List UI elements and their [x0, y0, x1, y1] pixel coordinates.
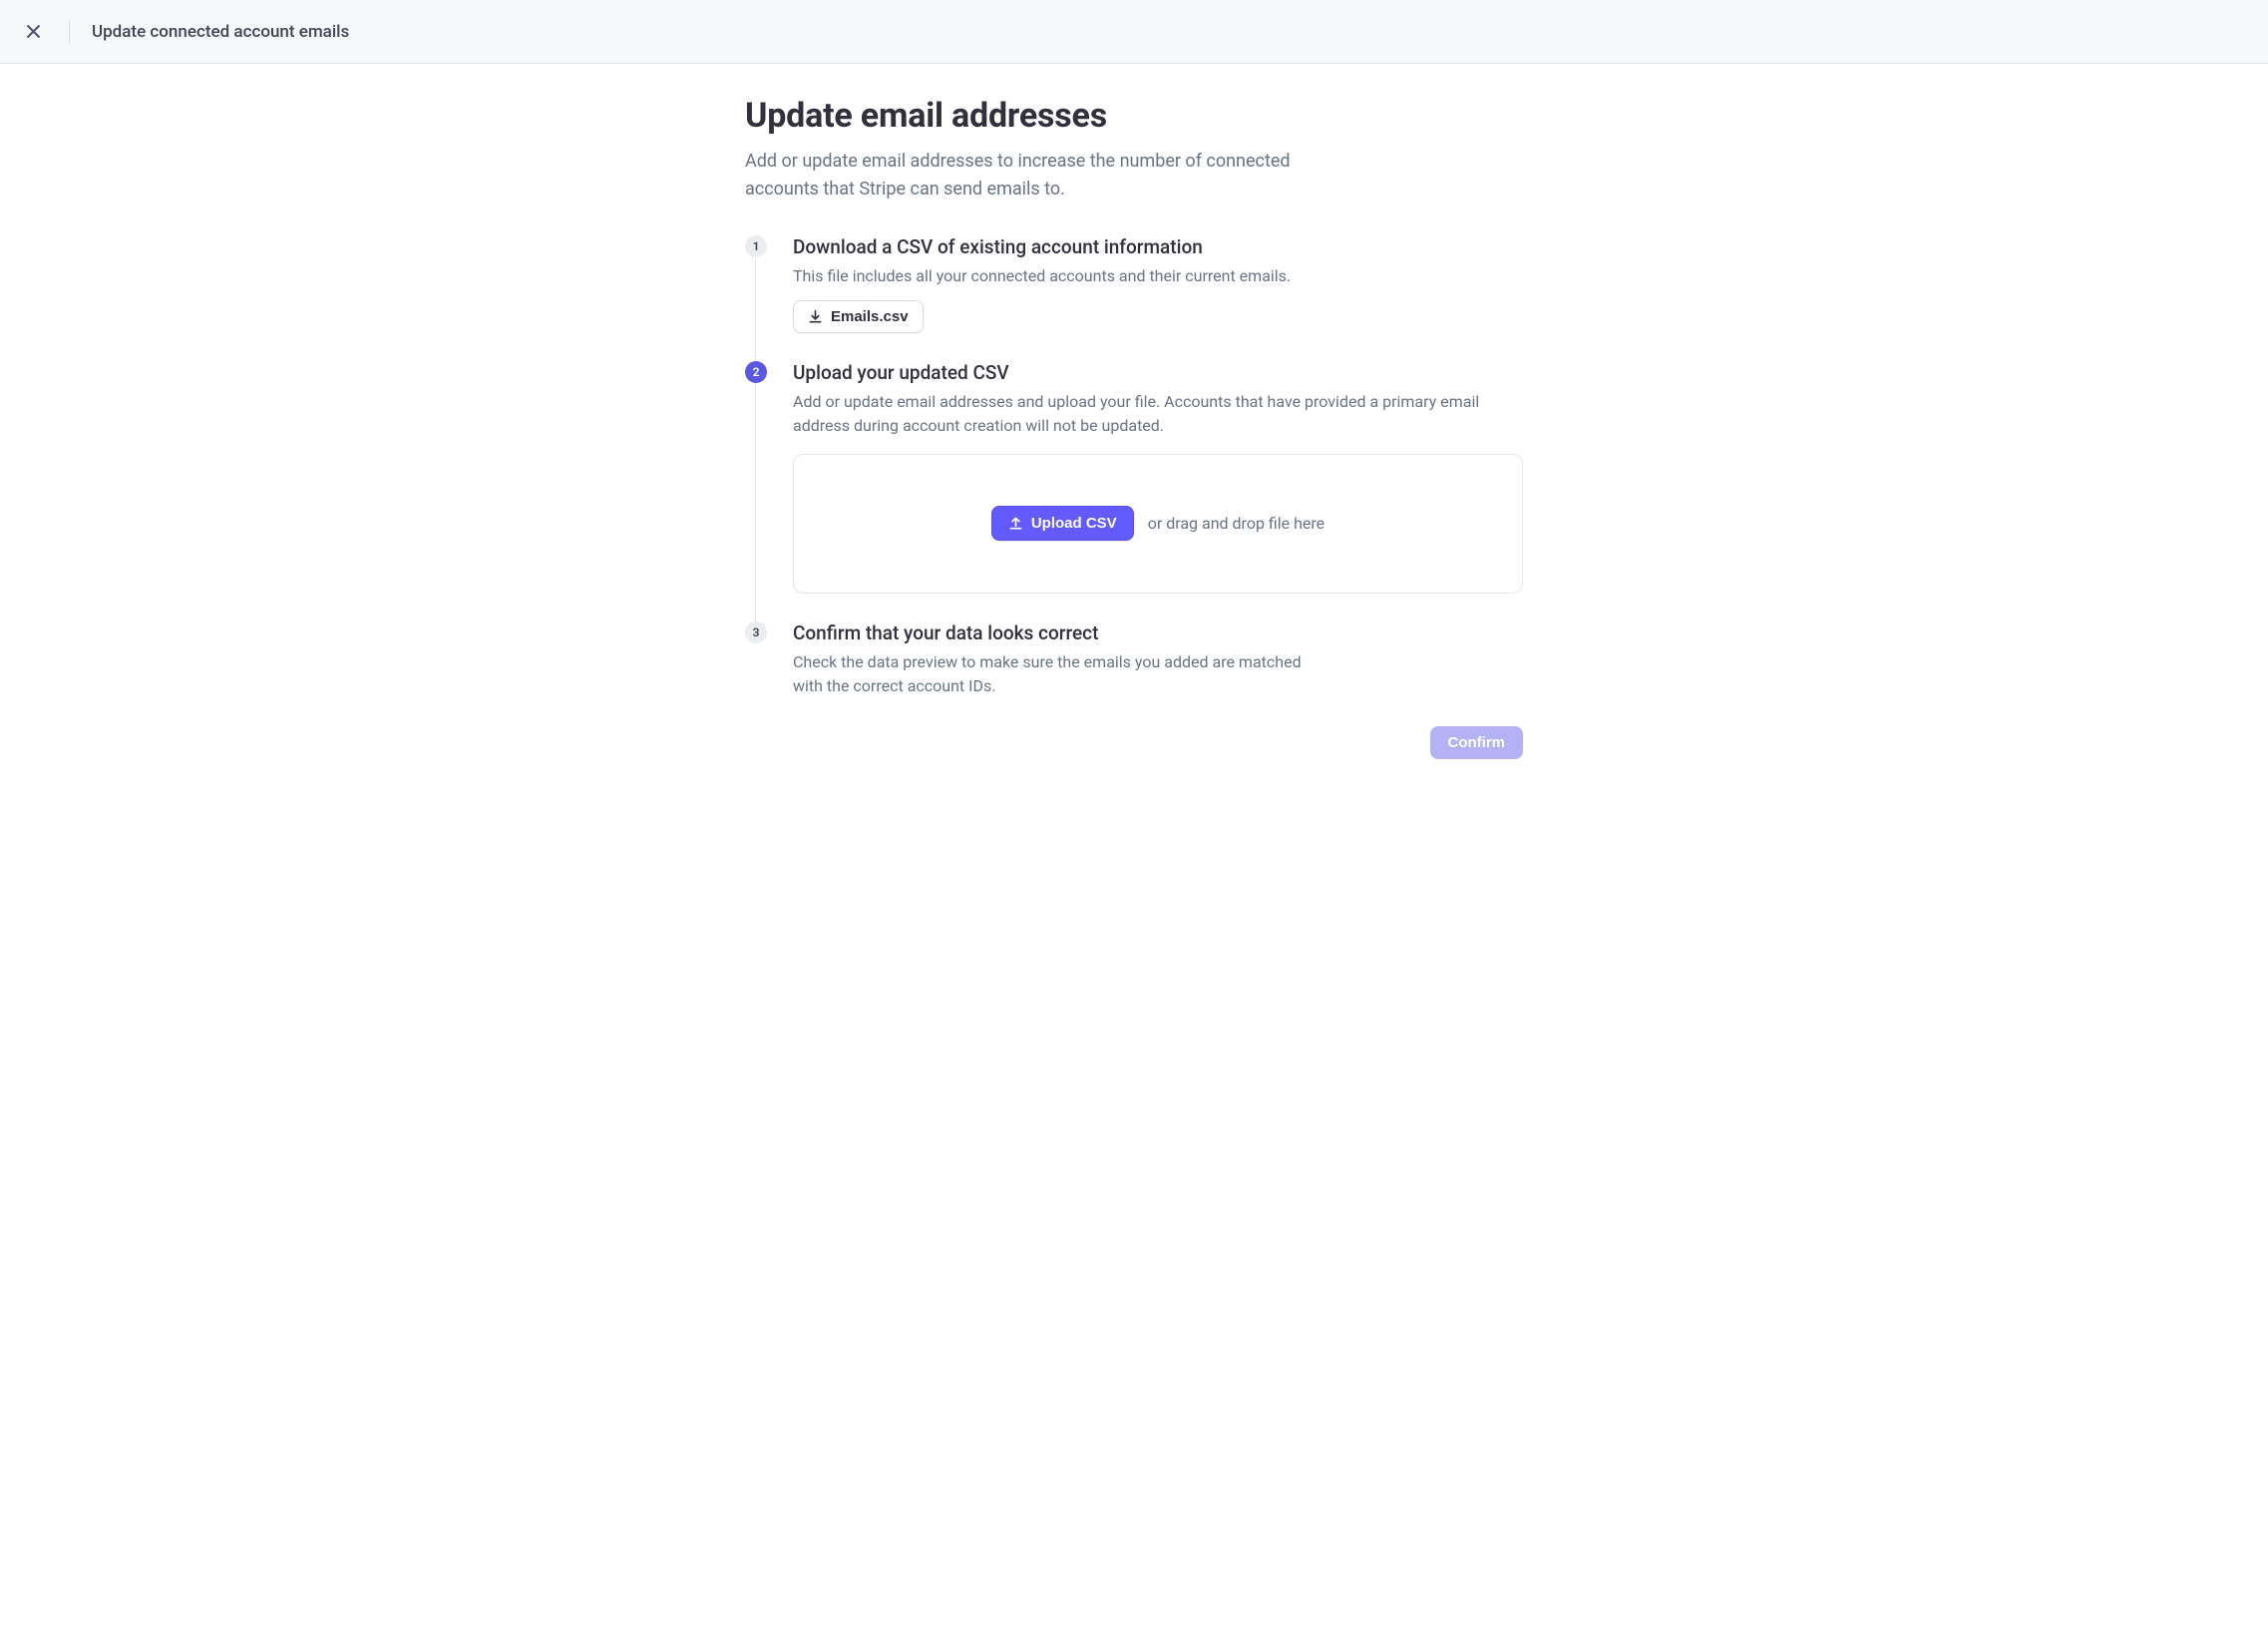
step-badge-1: 1 [745, 235, 767, 257]
actions-row: Confirm [745, 726, 1523, 759]
close-button[interactable] [20, 18, 47, 45]
step-desc-2: Add or update email addresses and upload… [793, 390, 1523, 438]
step-badge-2: 2 [745, 361, 767, 383]
close-icon [26, 24, 41, 39]
drop-hint: or drag and drop file here [1148, 514, 1324, 533]
confirm-button[interactable]: Confirm [1430, 726, 1524, 759]
step-body-1: Download a CSV of existing account infor… [793, 235, 1523, 333]
page-subtitle: Add or update email addresses to increas… [745, 148, 1343, 204]
step-body-3: Confirm that your data looks correct Che… [793, 621, 1331, 698]
step-title-3: Confirm that your data looks correct [793, 621, 1331, 644]
upload-icon [1008, 516, 1023, 531]
step-3: 3 Confirm that your data looks correct C… [745, 621, 1523, 698]
modal-header: Update connected account emails [0, 0, 2268, 64]
download-icon [808, 309, 823, 324]
upload-csv-label: Upload CSV [1031, 515, 1117, 532]
step-title-2: Upload your updated CSV [793, 361, 1523, 384]
main-content: Update email addresses Add or update ema… [745, 64, 1523, 819]
step-badge-3: 3 [745, 621, 767, 643]
upload-csv-button[interactable]: Upload CSV [991, 506, 1134, 541]
header-title: Update connected account emails [92, 22, 349, 42]
step-body-2: Upload your updated CSV Add or update em… [793, 361, 1523, 594]
step-2: 2 Upload your updated CSV Add or update … [745, 361, 1523, 621]
step-title-1: Download a CSV of existing account infor… [793, 235, 1523, 258]
step-1: 1 Download a CSV of existing account inf… [745, 235, 1523, 361]
header-divider [69, 21, 70, 43]
download-csv-label: Emails.csv [831, 308, 909, 325]
step-desc-3: Check the data preview to make sure the … [793, 650, 1331, 698]
download-csv-button[interactable]: Emails.csv [793, 300, 924, 333]
step-desc-1: This file includes all your connected ac… [793, 264, 1523, 288]
steps-list: 1 Download a CSV of existing account inf… [745, 235, 1523, 698]
page-title: Update email addresses [745, 96, 1523, 136]
upload-dropzone[interactable]: Upload CSV or drag and drop file here [793, 454, 1523, 594]
